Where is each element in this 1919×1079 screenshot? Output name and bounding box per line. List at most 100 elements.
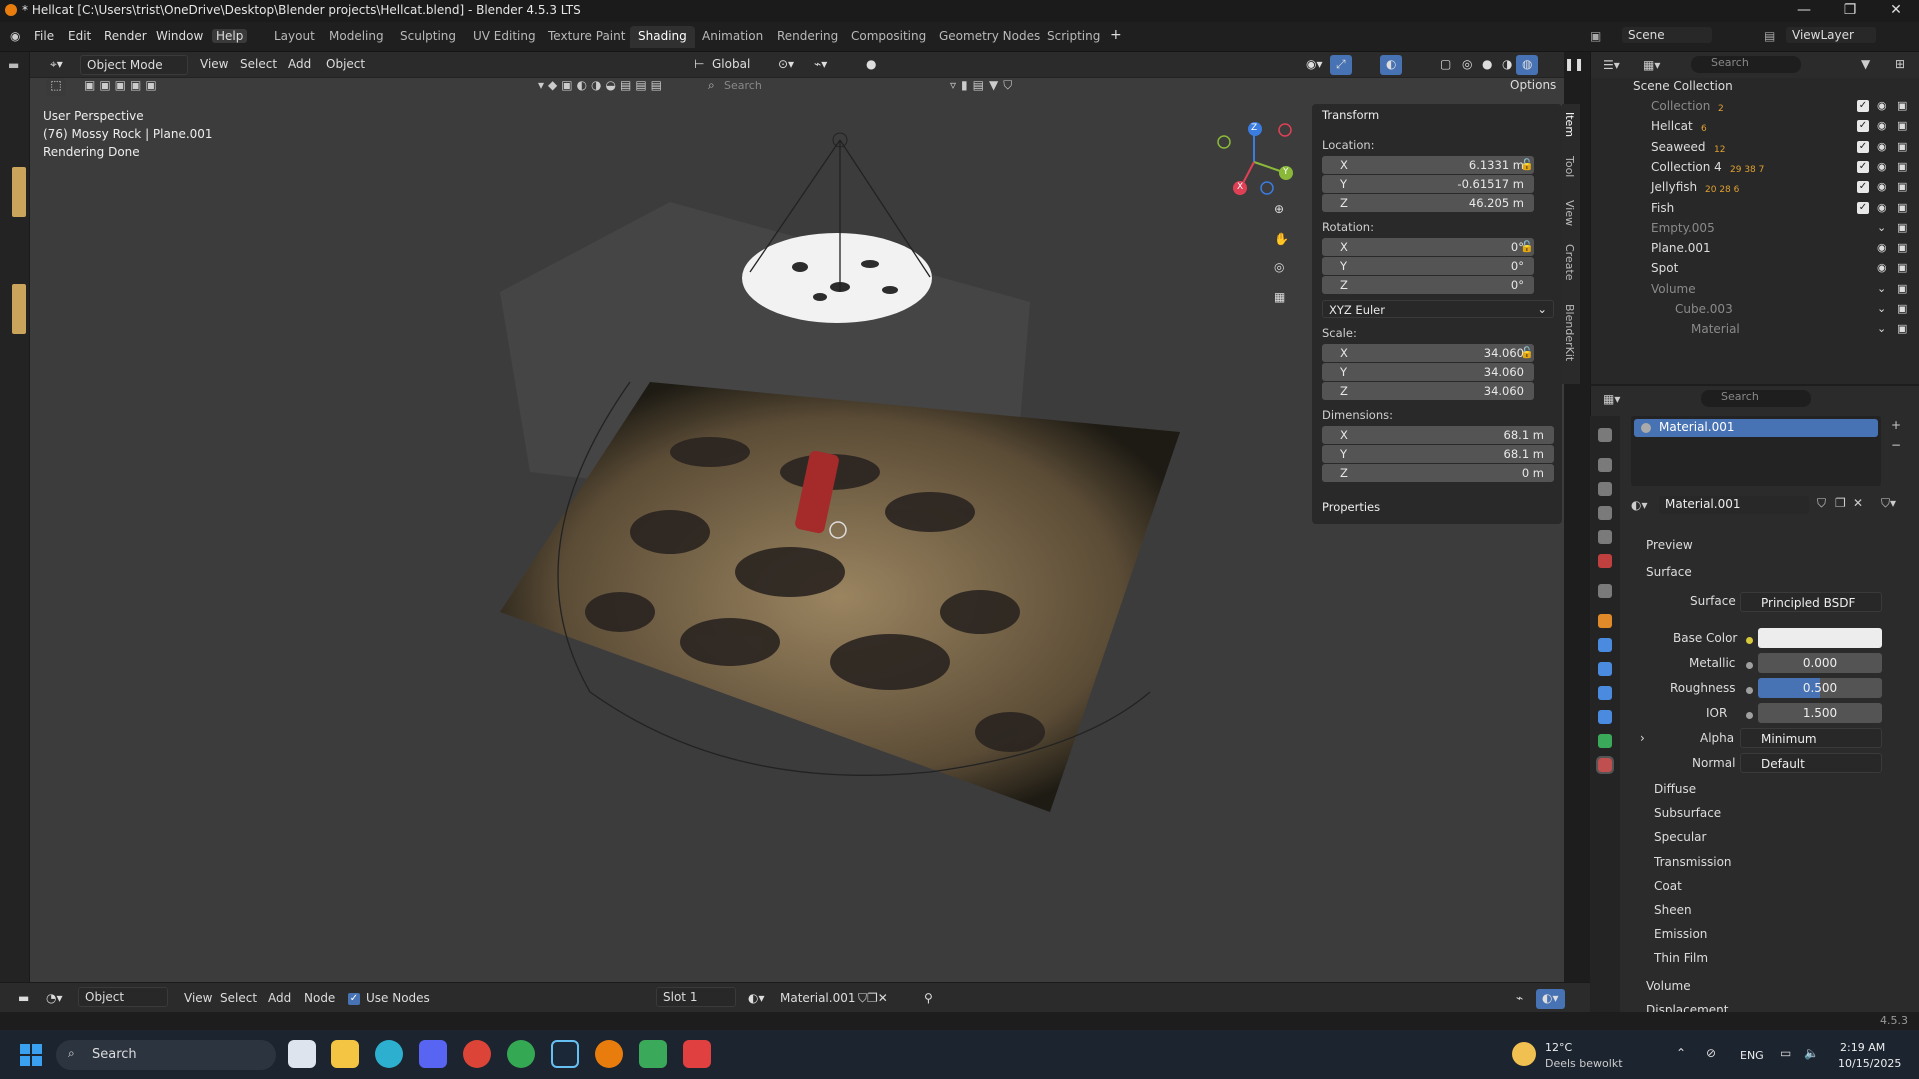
tab-sculpting[interactable]: Sculpting bbox=[392, 26, 464, 48]
viewport-search-icon[interactable]: ⌕ bbox=[708, 78, 715, 93]
subpanel-subsurface[interactable]: Subsurface bbox=[1654, 806, 1721, 820]
view-layer-props-icon[interactable] bbox=[1598, 506, 1612, 520]
metallic-field[interactable]: 0.000 bbox=[1758, 653, 1882, 673]
volume-panel-title[interactable]: Volume bbox=[1646, 979, 1691, 993]
proportional-edit-icon[interactable]: ● bbox=[860, 55, 882, 75]
tab-animation[interactable]: Animation bbox=[694, 26, 771, 48]
overlay-toggle-icon[interactable]: ◐ bbox=[1380, 55, 1403, 75]
scale-z-field[interactable]: Z 34.060 bbox=[1322, 382, 1534, 400]
render-props-icon[interactable] bbox=[1598, 458, 1612, 472]
use-nodes-label[interactable]: Use Nodes bbox=[360, 989, 436, 1009]
object-props-icon[interactable] bbox=[1598, 614, 1612, 628]
scale-x-field[interactable]: X 34.060 bbox=[1322, 344, 1534, 362]
render-camera-icon[interactable]: ▣ bbox=[1897, 160, 1907, 173]
scene-props-icon[interactable] bbox=[1598, 530, 1612, 544]
viewport-menu-view[interactable]: View bbox=[194, 55, 234, 75]
edge-icon[interactable] bbox=[375, 1040, 403, 1068]
snap-icon[interactable]: ⌁ bbox=[1510, 989, 1529, 1009]
orientation-selector[interactable]: Global bbox=[706, 55, 756, 75]
node-menu-view[interactable]: View bbox=[178, 989, 218, 1009]
exclude-checkbox[interactable]: ✓ bbox=[1857, 181, 1869, 194]
tab-compositing[interactable]: Compositing bbox=[843, 26, 934, 48]
chrome-icon[interactable] bbox=[463, 1040, 491, 1068]
material-props-icon[interactable] bbox=[1596, 756, 1614, 774]
subpanel-emission[interactable]: Emission bbox=[1654, 927, 1707, 941]
transform-panel-title[interactable]: Transform bbox=[1322, 108, 1379, 122]
snap-icon[interactable]: ⌁▾ bbox=[808, 55, 833, 75]
windows-start-icon[interactable] bbox=[20, 1044, 42, 1066]
outliner-editor-icon[interactable]: ☰▾ bbox=[1603, 58, 1620, 72]
pin-icon[interactable]: ⛉▾ bbox=[1881, 496, 1896, 511]
visibility-eye-icon[interactable]: ◉ bbox=[1877, 201, 1887, 214]
outliner-search-input[interactable]: Search bbox=[1691, 56, 1801, 73]
viewlayer-icon[interactable]: ▤ bbox=[1764, 29, 1775, 43]
tab-scripting[interactable]: Scripting bbox=[1039, 26, 1108, 48]
pin-icon[interactable]: ⚲ bbox=[918, 989, 939, 1009]
surface-shader-select[interactable]: Principled BSDF bbox=[1740, 592, 1882, 612]
exclude-checkbox[interactable]: ✓ bbox=[1857, 120, 1869, 133]
visibility-eye-icon[interactable]: ◉ bbox=[1877, 99, 1887, 112]
data-props-icon[interactable] bbox=[1598, 734, 1612, 748]
displacement-panel-title[interactable]: Displacement bbox=[1646, 1003, 1729, 1012]
visibility-eye-icon[interactable]: ◉ bbox=[1877, 119, 1887, 132]
roughness-slider[interactable]: 0.500 bbox=[1758, 678, 1882, 698]
outliner-scene-collection[interactable]: Scene Collection bbox=[1591, 76, 1919, 96]
subpanel-sheen[interactable]: Sheen bbox=[1654, 903, 1692, 917]
tab-shading[interactable]: Shading bbox=[630, 26, 695, 48]
outliner-item[interactable]: Spot ◉ ▣ bbox=[1591, 258, 1919, 278]
slot-select[interactable]: Slot 1 bbox=[656, 987, 736, 1007]
editor-type-icon[interactable]: ⌖▾ bbox=[44, 55, 69, 75]
visibility-eye-icon[interactable]: ◉ bbox=[1877, 160, 1887, 173]
pause-render-icon[interactable]: ❚❚ bbox=[1558, 55, 1590, 75]
gizmo-z-label[interactable]: Z bbox=[1251, 123, 1257, 133]
render-camera-icon[interactable]: ▣ bbox=[1897, 241, 1907, 254]
exclude-checkbox[interactable]: ✓ bbox=[1857, 160, 1869, 173]
rotation-mode-select[interactable]: XYZ Euler ⌄ bbox=[1322, 300, 1554, 318]
dimensions-y-field[interactable]: Y 68.1 m bbox=[1322, 445, 1554, 463]
lock-icon[interactable]: 🔓 bbox=[1520, 158, 1534, 171]
display-icon[interactable]: ▭ bbox=[1780, 1046, 1791, 1060]
unlink-material-icon[interactable]: ✕ bbox=[1853, 496, 1863, 510]
outliner-item[interactable]: Hellcat 6 ✓ ◉ ▣ bbox=[1591, 116, 1919, 136]
menu-render[interactable]: Render bbox=[104, 29, 147, 43]
scene-icon[interactable]: ▣ bbox=[1590, 29, 1601, 43]
visibility-eye-icon[interactable]: ⌄ bbox=[1877, 282, 1886, 295]
outliner-item[interactable]: Collection 2 ✓ ◉ ▣ bbox=[1591, 96, 1919, 116]
subpanel-specular[interactable]: Specular bbox=[1654, 830, 1706, 844]
visibility-eye-icon[interactable]: ⌄ bbox=[1877, 302, 1886, 315]
outliner-item[interactable]: Empty.005 ⌄ ▣ bbox=[1591, 218, 1919, 238]
clock-time[interactable]: 2:19 AM bbox=[1840, 1041, 1885, 1054]
exclude-checkbox[interactable]: ✓ bbox=[1857, 140, 1869, 153]
render-camera-icon[interactable]: ▣ bbox=[1897, 119, 1907, 132]
visibility-eye-icon[interactable]: ⌄ bbox=[1877, 221, 1886, 234]
weather-desc[interactable]: Deels bewolkt bbox=[1545, 1057, 1623, 1070]
render-camera-icon[interactable]: ▣ bbox=[1897, 302, 1907, 315]
subpanel-thin-film[interactable]: Thin Film bbox=[1654, 951, 1708, 965]
minimize-button[interactable]: — bbox=[1781, 0, 1827, 22]
shader-editor-type-icon[interactable]: ▬ bbox=[12, 989, 35, 1009]
location-y-field[interactable]: Y -0.61517 m bbox=[1322, 175, 1534, 193]
node-material-name[interactable]: Material.001 bbox=[774, 989, 861, 1009]
outliner-item[interactable]: Plane.001 ◉ ▣ bbox=[1591, 238, 1919, 258]
tab-create[interactable]: Create bbox=[1563, 244, 1576, 281]
tab-view[interactable]: View bbox=[1563, 200, 1576, 226]
render-camera-icon[interactable]: ▣ bbox=[1897, 282, 1907, 295]
tab-tool[interactable]: Tool bbox=[1563, 156, 1576, 177]
weather-temp[interactable]: 12°C bbox=[1545, 1041, 1572, 1054]
node-menu-add[interactable]: Add bbox=[262, 989, 297, 1009]
render-camera-icon[interactable]: ▣ bbox=[1897, 140, 1907, 153]
add-slot-button[interactable]: + bbox=[1891, 418, 1901, 432]
tab-texture-paint[interactable]: Texture Paint bbox=[540, 26, 633, 48]
visibility-eye-icon[interactable]: ◉ bbox=[1877, 241, 1887, 254]
base-color-socket-icon[interactable] bbox=[1746, 637, 1753, 644]
gizmo-y-label[interactable]: Y bbox=[1283, 167, 1289, 177]
properties-panel-title[interactable]: Properties bbox=[1322, 500, 1380, 514]
ior-field[interactable]: 1.500 bbox=[1758, 703, 1882, 723]
surface-panel-title[interactable]: Surface bbox=[1646, 565, 1692, 579]
close-button[interactable]: ✕ bbox=[1873, 0, 1919, 22]
world-props-icon[interactable] bbox=[1598, 554, 1612, 568]
weather-icon[interactable] bbox=[1512, 1042, 1536, 1066]
render-camera-icon[interactable]: ▣ bbox=[1897, 99, 1907, 112]
view-shading-icons[interactable]: ▾◆▣◐◑◒▤▤▤ bbox=[538, 78, 666, 92]
zoom-icon[interactable]: ⊕ bbox=[1274, 202, 1284, 216]
